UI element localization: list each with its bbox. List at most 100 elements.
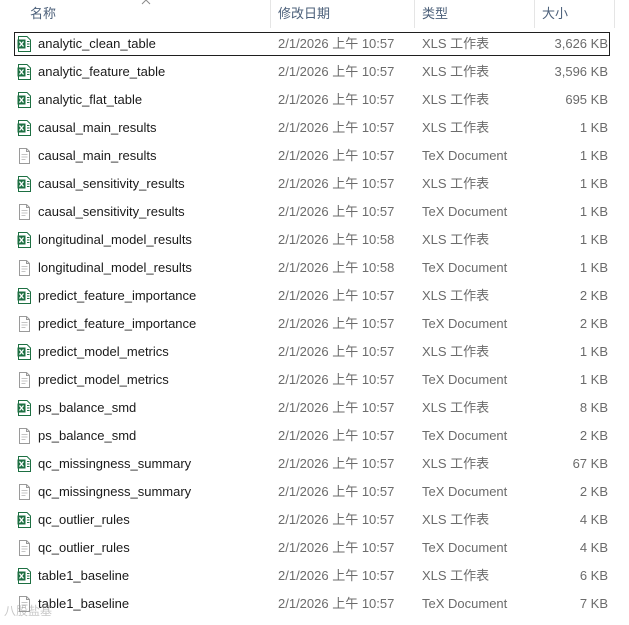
column-divider[interactable] (614, 0, 615, 28)
file-row[interactable]: table1_baseline 2/1/2026 上午 10:57 XLS 工作表 6… (0, 564, 629, 592)
file-modified-date: 2/1/2026 上午 10:57 (278, 176, 395, 191)
file-size: 1 KB (579, 176, 608, 191)
column-divider[interactable] (270, 0, 271, 28)
file-name: predict_feature_importance (38, 316, 197, 331)
tex-document-icon (17, 316, 31, 332)
tex-document-icon (17, 260, 31, 276)
file-type: XLS 工作表 (422, 64, 490, 79)
file-row[interactable]: predict_feature_importance 2/1/2026 上午 10… (0, 284, 629, 312)
file-size: 2 KB (579, 428, 608, 443)
file-modified-date: 2/1/2026 上午 10:57 (278, 512, 395, 527)
file-size: 4 KB (579, 512, 608, 527)
file-size: 1 KB (579, 232, 608, 247)
file-modified-date: 2/1/2026 上午 10:57 (278, 400, 395, 415)
file-row[interactable]: analytic_flat_table 2/1/2026 上午 10:57 XLS … (0, 88, 629, 116)
file-type: TeX Document (422, 316, 508, 331)
file-type: XLS 工作表 (422, 288, 490, 303)
file-name: predict_model_metrics (38, 344, 169, 359)
file-size: 1 KB (579, 260, 608, 275)
file-name: qc_missingness_summary (38, 484, 192, 499)
file-type: TeX Document (422, 484, 508, 499)
file-row[interactable]: qc_outlier_rules 2/1/2026 上午 10:57 XLS 工作表… (0, 508, 629, 536)
file-name: analytic_flat_table (38, 92, 143, 107)
file-row[interactable]: ps_balance_smd 2/1/2026 上午 10:57 TeX Docum… (0, 424, 629, 452)
file-modified-date: 2/1/2026 上午 10:57 (278, 288, 395, 303)
tex-document-icon (17, 372, 31, 388)
file-size: 1 KB (579, 120, 608, 135)
column-header-size[interactable]: 大小 (542, 0, 568, 28)
file-type: XLS 工作表 (422, 92, 490, 107)
file-size: 4 KB (579, 540, 608, 555)
file-name: qc_outlier_rules (38, 540, 130, 555)
file-modified-date: 2/1/2026 上午 10:57 (278, 428, 395, 443)
tex-document-icon (17, 428, 31, 444)
file-size: 1 KB (579, 204, 608, 219)
file-row[interactable]: ps_balance_smd 2/1/2026 上午 10:57 XLS 工作表 8 … (0, 396, 629, 424)
column-divider[interactable] (534, 0, 535, 28)
file-name: qc_outlier_rules (38, 512, 130, 527)
file-row[interactable]: longitudinal_model_results 2/1/2026 上午 10… (0, 256, 629, 284)
file-row[interactable]: analytic_feature_table 2/1/2026 上午 10:57 X… (0, 60, 629, 88)
file-modified-date: 2/1/2026 上午 10:57 (278, 92, 395, 107)
file-type: TeX Document (422, 148, 508, 163)
file-size: 2 KB (579, 288, 608, 303)
file-type: XLS 工作表 (422, 232, 490, 247)
file-size: 3,626 KB (554, 36, 609, 51)
tex-document-icon (17, 484, 31, 500)
file-modified-date: 2/1/2026 上午 10:57 (278, 568, 395, 583)
excel-file-icon (17, 456, 31, 472)
file-row[interactable]: causal_sensitivity_results 2/1/2026 上午 10… (0, 172, 629, 200)
file-row[interactable]: predict_feature_importance 2/1/2026 上午 10… (0, 312, 629, 340)
file-modified-date: 2/1/2026 上午 10:58 (278, 260, 395, 275)
file-type: XLS 工作表 (422, 568, 490, 583)
file-name: longitudinal_model_results (38, 232, 192, 247)
watermark-text: 八股盐基 (4, 604, 53, 618)
column-header-name[interactable]: 名称 (30, 0, 56, 28)
file-row[interactable]: causal_sensitivity_results 2/1/2026 上午 10… (0, 200, 629, 228)
file-size: 1 KB (579, 148, 608, 163)
excel-file-icon (17, 64, 31, 80)
column-header-modified[interactable]: 修改日期 (278, 0, 330, 28)
file-size: 6 KB (579, 568, 608, 583)
file-row[interactable]: causal_main_results 2/1/2026 上午 10:57 XLS … (0, 116, 629, 144)
file-type: XLS 工作表 (422, 36, 490, 51)
file-type: XLS 工作表 (422, 512, 490, 527)
excel-file-icon (17, 36, 31, 52)
tex-document-icon (17, 540, 31, 556)
file-row[interactable]: qc_missingness_summary 2/1/2026 上午 10:57 X… (0, 452, 629, 480)
file-row[interactable]: table1_baseline 2/1/2026 上午 10:57 TeX Docu… (0, 592, 629, 620)
file-modified-date: 2/1/2026 上午 10:57 (278, 316, 395, 331)
file-row[interactable]: qc_missingness_summary 2/1/2026 上午 10:57 T… (0, 480, 629, 508)
file-type: XLS 工作表 (422, 120, 490, 135)
file-name: longitudinal_model_results (38, 260, 192, 275)
tex-document-icon (17, 204, 31, 220)
file-row[interactable]: predict_model_metrics 2/1/2026 上午 10:57 XL… (0, 340, 629, 368)
file-name: analytic_feature_table (38, 64, 166, 79)
file-type: TeX Document (422, 204, 508, 219)
file-modified-date: 2/1/2026 上午 10:57 (278, 372, 395, 387)
file-row[interactable]: predict_model_metrics 2/1/2026 上午 10:57 Te… (0, 368, 629, 396)
file-size: 2 KB (579, 316, 608, 331)
file-type: XLS 工作表 (422, 176, 490, 191)
file-name: causal_main_results (38, 120, 157, 135)
column-divider[interactable] (414, 0, 415, 28)
file-row[interactable]: causal_main_results 2/1/2026 上午 10:57 TeX … (0, 144, 629, 172)
file-name: causal_main_results (38, 148, 157, 163)
file-name: predict_feature_importance (38, 288, 197, 303)
file-row[interactable]: qc_outlier_rules 2/1/2026 上午 10:57 TeX Doc… (0, 536, 629, 564)
excel-file-icon (17, 512, 31, 528)
file-size: 67 KB (572, 456, 608, 471)
file-modified-date: 2/1/2026 上午 10:57 (278, 148, 395, 163)
excel-file-icon (17, 568, 31, 584)
excel-file-icon (17, 176, 31, 192)
chevron-up-icon (141, 0, 151, 5)
file-name: ps_balance_smd (38, 400, 137, 415)
file-name: qc_missingness_summary (38, 456, 192, 471)
file-type: TeX Document (422, 428, 508, 443)
file-row[interactable]: analytic_clean_table 2/1/2026 上午 10:57 XLS… (0, 32, 629, 60)
file-modified-date: 2/1/2026 上午 10:57 (278, 456, 395, 471)
file-size: 1 KB (579, 344, 608, 359)
file-row[interactable]: longitudinal_model_results 2/1/2026 上午 10… (0, 228, 629, 256)
column-header-type[interactable]: 类型 (422, 0, 448, 28)
file-type: XLS 工作表 (422, 344, 490, 359)
